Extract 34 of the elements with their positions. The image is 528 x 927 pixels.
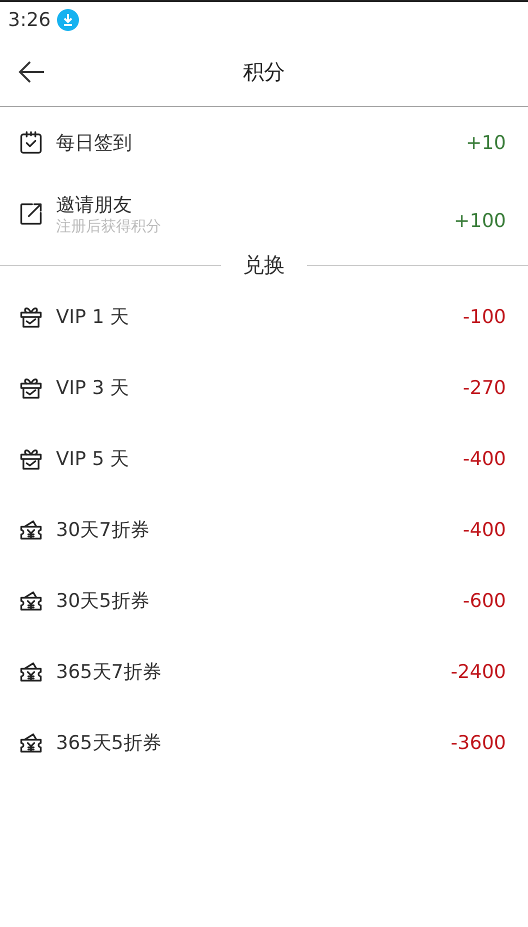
page-title: 积分 bbox=[243, 59, 285, 86]
item-label: VIP 3 天 bbox=[56, 376, 130, 400]
item-label: 每日签到 bbox=[56, 130, 133, 154]
item-subtitle: 注册后获得积分 bbox=[56, 216, 162, 234]
points-value: -400 bbox=[462, 448, 506, 470]
points-value: +10 bbox=[466, 132, 506, 154]
item-label: 365天7折券 bbox=[56, 660, 162, 684]
download-icon bbox=[56, 9, 79, 31]
exchange-row[interactable]: 365天7折券 -2400 bbox=[0, 636, 528, 707]
item-label: 邀请朋友 bbox=[56, 192, 133, 216]
exchange-row[interactable]: VIP 3 天 -270 bbox=[0, 352, 528, 423]
section-heading: 兑换 bbox=[242, 252, 286, 279]
status-time: 3:26 bbox=[8, 9, 51, 31]
exchange-row[interactable]: VIP 5 天 -400 bbox=[0, 423, 528, 494]
points-value: -2400 bbox=[450, 660, 506, 682]
share-icon bbox=[18, 200, 44, 226]
earn-row[interactable]: 邀请朋友 注册后获得积分 +100 bbox=[0, 178, 528, 249]
exchange-row[interactable]: VIP 1 天 -100 bbox=[0, 281, 528, 352]
points-value: -270 bbox=[462, 376, 506, 398]
points-value: -400 bbox=[462, 518, 506, 540]
points-value: -600 bbox=[462, 590, 506, 612]
item-label: VIP 1 天 bbox=[56, 304, 130, 328]
points-value: -3600 bbox=[450, 732, 506, 754]
item-label: VIP 5 天 bbox=[56, 446, 130, 470]
item-label: 30天5折券 bbox=[56, 588, 150, 612]
points-value: -100 bbox=[462, 306, 506, 328]
points-value: +100 bbox=[454, 210, 506, 232]
exchange-row[interactable]: 30天5折券 -600 bbox=[0, 565, 528, 636]
exchange-row[interactable]: 30天7折券 -400 bbox=[0, 494, 528, 565]
item-label: 30天7折券 bbox=[56, 518, 150, 542]
item-label: 365天5折券 bbox=[56, 730, 162, 754]
exchange-row[interactable]: 365天5折券 -3600 bbox=[0, 707, 528, 778]
calendar-check-icon bbox=[18, 130, 44, 156]
earn-row[interactable]: 每日签到 +10 bbox=[0, 107, 528, 178]
